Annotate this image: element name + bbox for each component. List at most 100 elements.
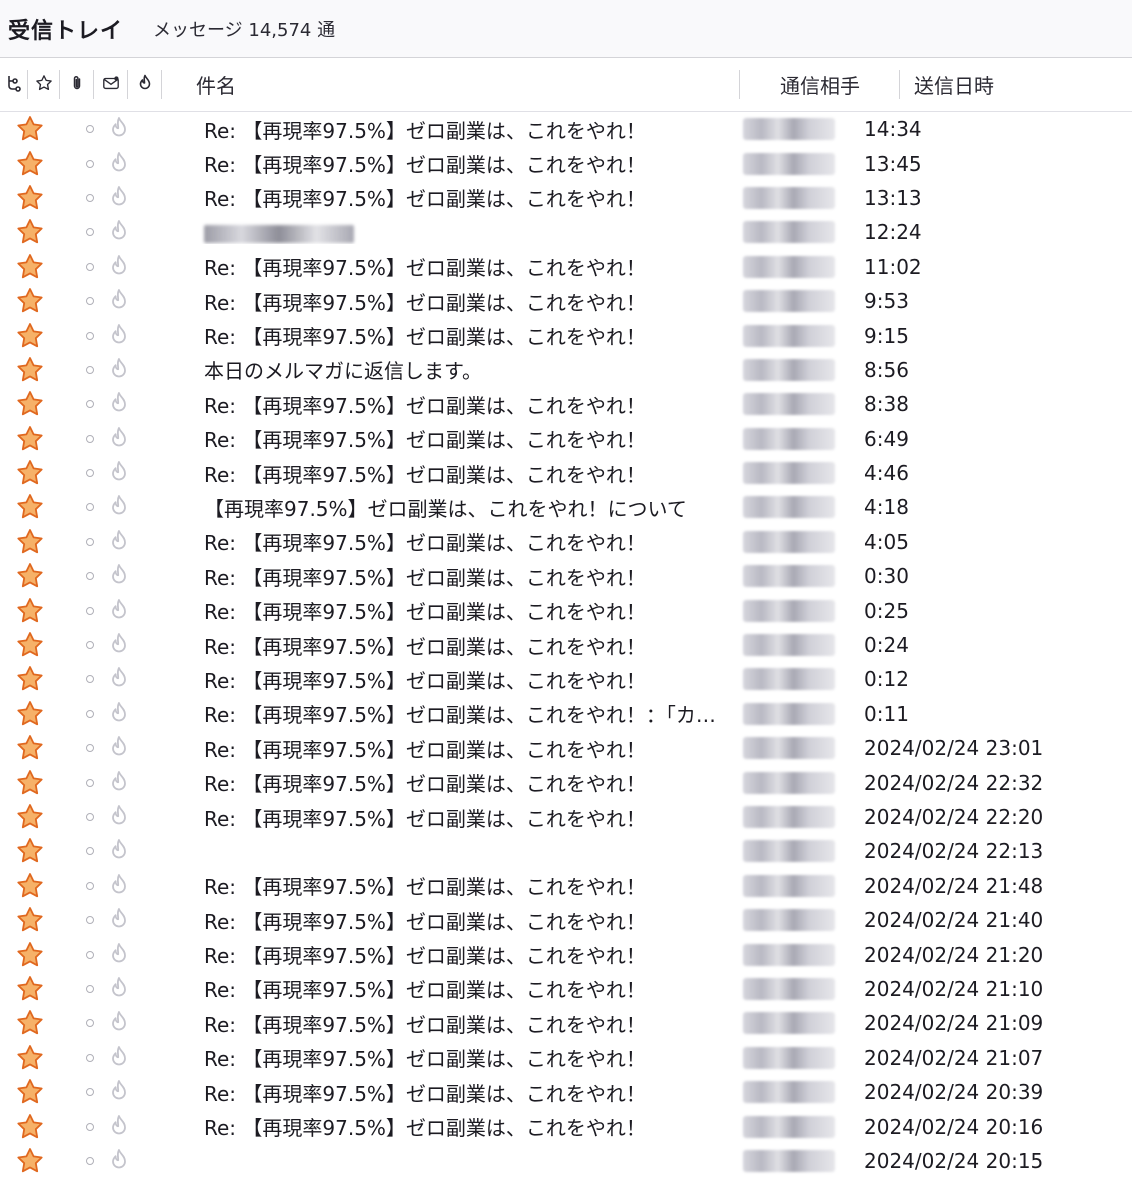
read-status-dot[interactable] [60,125,100,134]
table-row[interactable]: Re: 【再現率97.5%】ゼロ副業は、これをやれ！ 2024/02/24 21:… [0,903,1132,937]
table-row[interactable]: Re: 【再現率97.5%】ゼロ副業は、これをやれ！ 6:49 [0,422,1132,456]
table-row[interactable]: Re: 【再現率97.5%】ゼロ副業は、これをやれ！ 2024/02/24 22:… [0,765,1132,799]
table-row[interactable]: 2024/02/24 20:15 [0,1144,1132,1178]
table-row[interactable]: Re: 【再現率97.5%】ゼロ副業は、これをやれ！ 4:05 [0,525,1132,559]
junk-flame-icon[interactable] [100,323,138,349]
star-icon[interactable] [0,733,60,763]
table-row[interactable]: Re: 【再現率97.5%】ゼロ副業は、これをやれ！ 14:34 [0,112,1132,146]
star-icon[interactable] [0,527,60,557]
junk-flame-icon[interactable] [100,116,138,142]
read-status-dot[interactable] [60,1156,100,1165]
junk-flame-icon[interactable] [100,1114,138,1140]
junk-flame-icon[interactable] [100,598,138,624]
junk-flame-icon[interactable] [100,426,138,452]
table-row[interactable]: Re: 【再現率97.5%】ゼロ副業は、これをやれ！ 2024/02/24 20:… [0,1109,1132,1143]
table-row[interactable]: 【再現率97.5%】ゼロ副業は、これをやれ！について 4:18 [0,490,1132,524]
table-row[interactable]: Re: 【再現率97.5%】ゼロ副業は、これをやれ！ 0:24 [0,628,1132,662]
junk-flame-icon[interactable] [100,666,138,692]
star-icon[interactable] [0,252,60,282]
junk-flame-icon[interactable] [100,942,138,968]
table-row[interactable]: 本日のメルマガに返信します。 8:56 [0,353,1132,387]
read-status-dot[interactable] [60,1053,100,1062]
table-row[interactable]: Re: 【再現率97.5%】ゼロ副業は、これをやれ！ 2024/02/24 21:… [0,1041,1132,1075]
junk-flame-icon[interactable] [100,1010,138,1036]
junk-flame-icon[interactable] [100,1045,138,1071]
junk-flame-icon[interactable] [100,254,138,280]
column-thread[interactable] [0,58,28,111]
table-row[interactable]: Re: 【再現率97.5%】ゼロ副業は、これをやれ！ 0:25 [0,593,1132,627]
star-icon[interactable] [0,1008,60,1038]
table-row[interactable]: Re: 【再現率97.5%】ゼロ副業は、これをやれ！ 8:38 [0,387,1132,421]
junk-flame-icon[interactable] [100,838,138,864]
table-row[interactable]: Re: 【再現率97.5%】ゼロ副業は、これをやれ！ 2024/02/24 20:… [0,1075,1132,1109]
read-status-dot[interactable] [60,159,100,168]
star-icon[interactable] [0,1112,60,1142]
table-row[interactable]: Re: 【再現率97.5%】ゼロ副業は、これをやれ！ 13:45 [0,146,1132,180]
column-subject[interactable]: 件名 [162,58,740,111]
table-row[interactable]: Re: 【再現率97.5%】ゼロ副業は、これをやれ！ 9:53 [0,284,1132,318]
star-icon[interactable] [0,1043,60,1073]
star-icon[interactable] [0,217,60,247]
read-status-dot[interactable] [60,469,100,478]
read-status-dot[interactable] [60,1019,100,1028]
star-icon[interactable] [0,286,60,316]
star-icon[interactable] [0,424,60,454]
table-row[interactable]: Re: 【再現率97.5%】ゼロ副業は、これをやれ！：「カ… 0:11 [0,697,1132,731]
junk-flame-icon[interactable] [100,391,138,417]
star-icon[interactable] [0,183,60,213]
read-status-dot[interactable] [60,813,100,821]
table-row[interactable]: Re: 【再現率97.5%】ゼロ副業は、これをやれ！ 2024/02/24 21:… [0,1006,1132,1040]
junk-flame-icon[interactable] [100,804,138,830]
read-status-dot[interactable] [60,365,100,374]
read-status-dot[interactable] [60,1122,100,1131]
star-icon[interactable] [0,940,60,970]
junk-flame-icon[interactable] [100,907,138,933]
read-status-dot[interactable] [60,537,100,546]
star-icon[interactable] [0,836,60,866]
table-row[interactable]: Re: 【再現率97.5%】ゼロ副業は、これをやれ！ 2024/02/24 21:… [0,937,1132,971]
table-row[interactable]: Re: 【再現率97.5%】ゼロ副業は、これをやれ！ 2024/02/24 21:… [0,869,1132,903]
star-icon[interactable] [0,596,60,626]
read-status-dot[interactable] [60,881,100,890]
star-icon[interactable] [0,1146,60,1176]
star-icon[interactable] [0,630,60,660]
junk-flame-icon[interactable] [100,770,138,796]
read-status-dot[interactable] [60,606,100,615]
star-icon[interactable] [0,561,60,591]
star-icon[interactable] [0,114,60,144]
star-icon[interactable] [0,802,60,832]
read-status-dot[interactable] [60,847,100,856]
table-row[interactable]: 12:24 [0,215,1132,249]
table-row[interactable]: Re: 【再現率97.5%】ゼロ副業は、これをやれ！ 2024/02/24 22:… [0,800,1132,834]
table-row[interactable]: Re: 【再現率97.5%】ゼロ副業は、これをやれ！ 4:46 [0,456,1132,490]
junk-flame-icon[interactable] [100,563,138,589]
read-status-dot[interactable] [60,778,100,787]
table-row[interactable]: Re: 【再現率97.5%】ゼロ副業は、これをやれ！ 13:13 [0,181,1132,215]
read-status-dot[interactable] [60,331,100,340]
column-read-status[interactable] [94,58,128,111]
table-row[interactable]: Re: 【再現率97.5%】ゼロ副業は、これをやれ！ 2024/02/24 21:… [0,972,1132,1006]
read-status-dot[interactable] [60,709,100,718]
star-icon[interactable] [0,1077,60,1107]
star-icon[interactable] [0,389,60,419]
read-status-dot[interactable] [60,675,100,684]
junk-flame-icon[interactable] [100,151,138,177]
star-icon[interactable] [0,355,60,385]
junk-flame-icon[interactable] [100,735,138,761]
read-status-dot[interactable] [60,193,100,202]
read-status-dot[interactable] [60,434,100,443]
column-correspondent[interactable]: 通信相手 [740,58,900,111]
junk-flame-icon[interactable] [100,219,138,245]
read-status-dot[interactable] [60,503,100,512]
junk-flame-icon[interactable] [100,873,138,899]
table-row[interactable]: Re: 【再現率97.5%】ゼロ副業は、これをやれ！ 9:15 [0,318,1132,352]
read-status-dot[interactable] [60,984,100,993]
star-icon[interactable] [0,321,60,351]
read-status-dot[interactable] [60,297,100,306]
star-icon[interactable] [0,905,60,935]
junk-flame-icon[interactable] [100,460,138,486]
read-status-dot[interactable] [60,1088,100,1097]
star-icon[interactable] [0,768,60,798]
read-status-dot[interactable] [60,228,100,237]
star-icon[interactable] [0,871,60,901]
